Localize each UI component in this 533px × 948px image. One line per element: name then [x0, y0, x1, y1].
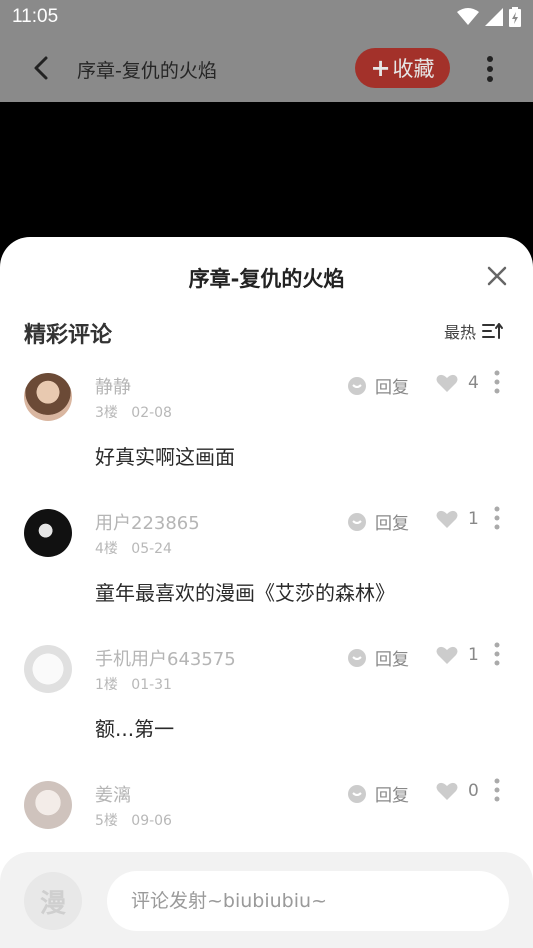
like-button[interactable]: 1 — [436, 645, 479, 665]
heart-icon — [436, 510, 458, 528]
reply-label: 回复 — [375, 650, 409, 670]
reply-button[interactable]: 回复 — [347, 373, 409, 398]
manga-icon[interactable]: 漫 — [24, 872, 82, 930]
comment-item: 静静 3楼 02-08 回复 4 好真实啊这画面 — [0, 370, 533, 509]
status-icons — [457, 7, 521, 27]
user-name[interactable]: 手机用户643575 — [95, 645, 236, 671]
more-vertical-icon[interactable] — [490, 777, 504, 803]
more-vertical-icon[interactable] — [480, 54, 500, 84]
section-title: 精彩评论 — [24, 323, 113, 348]
comment-date: 05-24 — [131, 541, 172, 557]
like-button[interactable]: 1 — [436, 509, 479, 529]
comment-meta: 1楼 01-31 — [95, 674, 172, 694]
like-button[interactable]: 0 — [436, 781, 479, 801]
avatar[interactable] — [24, 373, 72, 421]
comment-date: 09-06 — [131, 813, 172, 829]
like-count: 1 — [468, 645, 479, 665]
sort-icon — [482, 323, 504, 339]
avatar[interactable] — [24, 509, 72, 557]
like-button[interactable]: 4 — [436, 373, 479, 393]
reply-label: 回复 — [375, 786, 409, 806]
avatar[interactable] — [24, 645, 72, 693]
user-name[interactable]: 姜漓 — [95, 781, 131, 807]
sort-toggle[interactable]: 最热 — [444, 319, 504, 343]
more-vertical-icon[interactable] — [490, 641, 504, 667]
content-area — [0, 102, 533, 242]
like-count: 1 — [468, 509, 479, 529]
comment-meta: 4楼 05-24 — [95, 538, 172, 558]
floor-number: 5楼 — [95, 813, 118, 829]
comment-item: 手机用户643575 1楼 01-31 回复 1 额...第一 — [0, 642, 533, 781]
status-bar: 11:05 — [0, 0, 533, 36]
floor-number: 4楼 — [95, 541, 118, 557]
comment-text: 童年最喜欢的漫画《艾莎的森林》 — [95, 581, 395, 605]
floor-number: 3楼 — [95, 405, 118, 421]
back-arrow-icon[interactable] — [28, 54, 56, 82]
collect-label: 收藏 — [392, 57, 435, 81]
reply-icon — [348, 784, 366, 803]
avatar[interactable] — [24, 781, 72, 829]
comment-text: 好真实啊这画面 — [95, 445, 235, 469]
heart-icon — [436, 646, 458, 664]
more-vertical-icon[interactable] — [490, 505, 504, 531]
reply-button[interactable]: 回复 — [347, 645, 409, 670]
reply-button[interactable]: 回复 — [347, 509, 409, 534]
floor-number: 1楼 — [95, 677, 118, 693]
reply-label: 回复 — [375, 514, 409, 534]
collect-button[interactable]: + 收藏 — [355, 48, 450, 88]
heart-icon — [436, 374, 458, 392]
comment-input[interactable] — [107, 871, 509, 931]
heart-icon — [436, 782, 458, 800]
signal-icon — [485, 8, 503, 26]
reply-label: 回复 — [375, 378, 409, 398]
comment-sheet: 序章-复仇的火焰 精彩评论 最热 静静 3楼 02-08 回复 4 好真实啊这画… — [0, 237, 533, 948]
user-name[interactable]: 静静 — [95, 373, 131, 399]
reply-icon — [348, 376, 366, 395]
comment-input-bar: 漫 — [0, 852, 533, 948]
comment-meta: 3楼 02-08 — [95, 402, 172, 422]
status-time: 11:05 — [12, 6, 59, 27]
wifi-icon — [457, 8, 479, 25]
top-bar: 序章-复仇的火焰 + 收藏 — [0, 36, 533, 102]
comment-date: 02-08 — [131, 405, 172, 421]
comment-item: 用户223865 4楼 05-24 回复 1 童年最喜欢的漫画《艾莎的森林》 — [0, 506, 533, 645]
plus-icon: + — [370, 54, 391, 82]
reply-button[interactable]: 回复 — [347, 781, 409, 806]
reply-icon — [348, 512, 366, 531]
user-name[interactable]: 用户223865 — [95, 509, 200, 535]
like-count: 4 — [468, 373, 479, 393]
close-icon[interactable] — [486, 265, 508, 287]
page-title: 序章-复仇的火焰 — [77, 60, 217, 82]
sheet-title: 序章-复仇的火焰 — [188, 267, 345, 291]
sort-label: 最热 — [444, 323, 477, 342]
comment-text: 额...第一 — [95, 717, 175, 741]
reply-icon — [348, 648, 366, 667]
comment-date: 01-31 — [131, 677, 172, 693]
more-vertical-icon[interactable] — [490, 369, 504, 395]
battery-icon — [509, 7, 521, 27]
like-count: 0 — [468, 781, 479, 801]
comment-meta: 5楼 09-06 — [95, 810, 172, 830]
